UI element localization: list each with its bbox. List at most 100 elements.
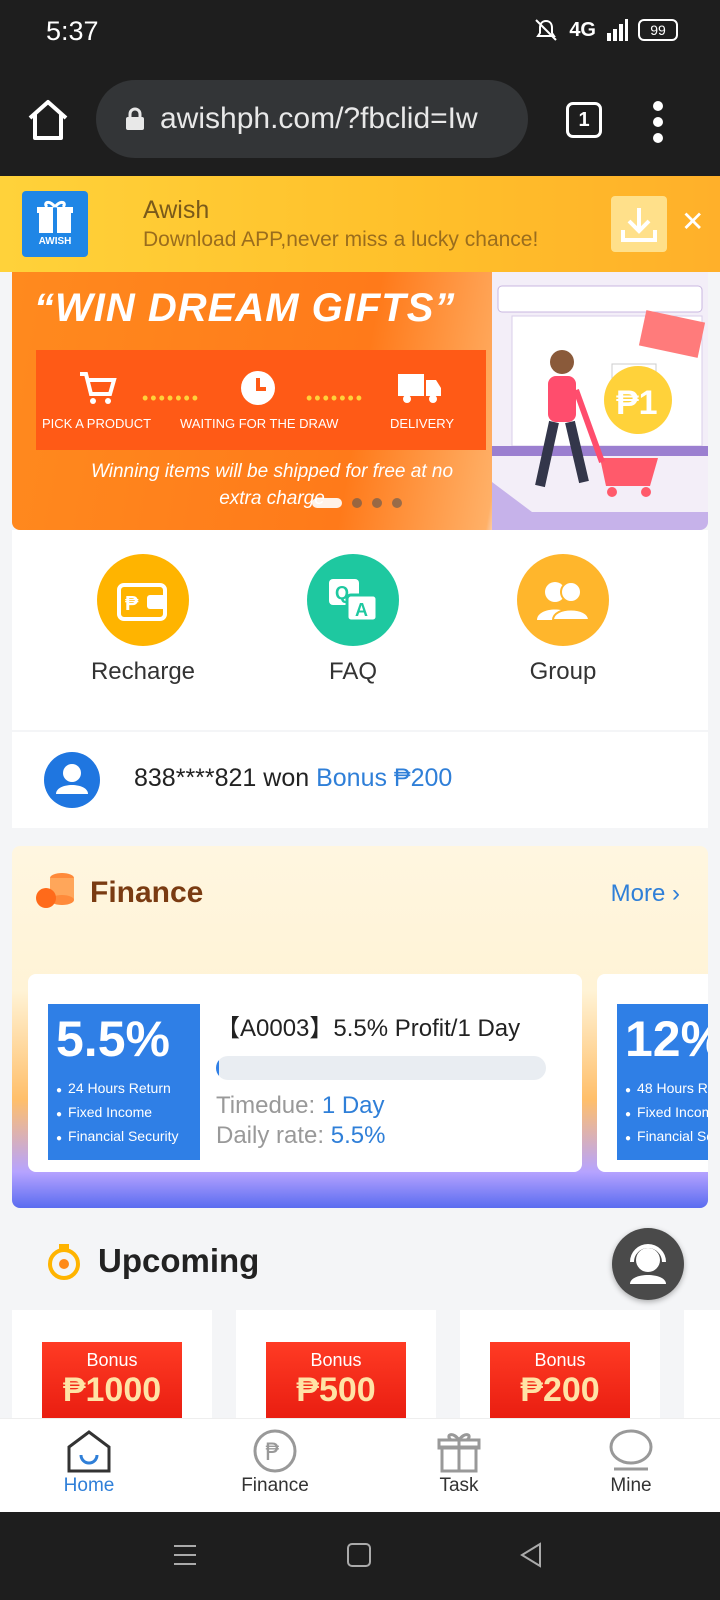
app-tagline: Download APP,never miss a lucky chance! bbox=[143, 228, 539, 251]
svg-text:₱: ₱ bbox=[125, 593, 139, 615]
url-text: awishph.com/?fbclid=Iw bbox=[160, 102, 478, 135]
step-dots: ••••••• bbox=[306, 388, 365, 408]
winner-ticker: 838****821 won Bonus ₱200 bbox=[12, 732, 708, 828]
nav-finance[interactable]: ₱ Finance bbox=[220, 1429, 330, 1497]
truck-icon bbox=[398, 374, 441, 403]
daily-rate-value: 5.5% bbox=[330, 1122, 386, 1149]
network-label: 4G bbox=[569, 18, 596, 41]
nav-mine[interactable]: Mine bbox=[576, 1429, 686, 1497]
step-label-pick: PICK A PRODUCT bbox=[42, 416, 152, 431]
product-card[interactable]: 12% 48 Hours Retu Fixed Income Financial… bbox=[597, 974, 708, 1172]
bonus-ticket: Bonus ₱1000 bbox=[42, 1342, 182, 1422]
bottom-nav: Home ₱ Finance Task Mine bbox=[0, 1418, 720, 1512]
status-icons: 4G 99 bbox=[533, 18, 678, 42]
winner-prize: Bonus ₱200 bbox=[316, 764, 453, 792]
user-icon bbox=[609, 1429, 653, 1471]
timedue-value: 1 Day bbox=[321, 1092, 385, 1119]
headset-icon bbox=[630, 1244, 666, 1284]
bonus-label: Bonus bbox=[86, 1350, 138, 1370]
group-icon bbox=[517, 554, 609, 646]
more-label: More bbox=[610, 880, 666, 907]
bonus-label: Bonus bbox=[534, 1350, 586, 1370]
nav-task[interactable]: Task bbox=[404, 1429, 514, 1497]
bonus-amount: ₱1000 bbox=[62, 1371, 162, 1409]
bonus-card[interactable]: Bonus ₱500 bbox=[236, 1310, 436, 1422]
gift-icon bbox=[437, 1433, 481, 1473]
pager-dot[interactable] bbox=[352, 498, 362, 508]
signal-icon bbox=[607, 19, 628, 41]
upcoming-title: Upcoming bbox=[98, 1242, 260, 1279]
recents-icon[interactable] bbox=[172, 1542, 198, 1568]
pager-dot[interactable] bbox=[372, 498, 382, 508]
finance-section: Finance More › 5.5% 24 Hours Return Fixe… bbox=[12, 846, 708, 1208]
recharge-button[interactable]: ₱ Recharge bbox=[78, 554, 208, 686]
hero-note: Winning items will be shipped for free a… bbox=[90, 461, 454, 509]
app-logo: AWISH bbox=[22, 191, 88, 257]
pager-dot[interactable] bbox=[312, 498, 342, 508]
back-icon[interactable] bbox=[518, 1542, 544, 1568]
winner-text: 838****821 won Bonus ₱200 bbox=[134, 764, 452, 793]
url-bar[interactable]: awishph.com/?fbclid=Iw bbox=[96, 80, 528, 158]
svg-text:A: A bbox=[355, 600, 368, 620]
pager-dot[interactable] bbox=[392, 498, 402, 508]
app-logo-text: AWISH bbox=[38, 236, 72, 247]
lock-icon bbox=[126, 107, 144, 130]
nav-home[interactable]: Home bbox=[34, 1429, 144, 1497]
page: 5:37 4G 99 awishph.com/?fbclid=Iw 1 AWIS… bbox=[0, 0, 720, 1600]
daily-rate-row: Daily rate: 5.5% bbox=[216, 1122, 385, 1150]
home-button[interactable] bbox=[26, 98, 70, 142]
system-nav-bar bbox=[0, 1512, 720, 1600]
tabs-button[interactable]: 1 bbox=[566, 102, 602, 138]
qa-icon: QA bbox=[307, 554, 399, 646]
coins-icon bbox=[36, 873, 74, 908]
badge-feature: Financial Security bbox=[56, 1128, 179, 1144]
rate-badge-value: 5.5% bbox=[56, 1011, 170, 1067]
mute-icon bbox=[535, 19, 558, 41]
stopwatch-icon bbox=[48, 1244, 80, 1280]
rate-badge: 12% 48 Hours Retu Fixed Income Financial… bbox=[617, 1004, 708, 1160]
rate-badge-value: 12% bbox=[625, 1011, 708, 1067]
home-system-icon[interactable] bbox=[346, 1542, 372, 1568]
group-button[interactable]: Group bbox=[498, 554, 628, 686]
battery-icon: 99 bbox=[638, 19, 678, 41]
peso-icon: ₱ bbox=[253, 1429, 297, 1473]
gift-logo-icon bbox=[37, 200, 73, 233]
group-label: Group bbox=[529, 658, 597, 685]
finance-more-link[interactable]: More › bbox=[611, 880, 680, 908]
bonus-card[interactable]: Bonus ₱1000 bbox=[12, 1310, 212, 1422]
faq-button[interactable]: QA FAQ bbox=[288, 554, 418, 686]
hero-steps: ••••••• ••••••• PICK A PRODUCT WAITING F… bbox=[36, 350, 486, 450]
progress-fill bbox=[216, 1056, 220, 1080]
timedue-label: Timedue: bbox=[216, 1092, 316, 1119]
status-time: 5:37 bbox=[46, 16, 99, 46]
hero-illustration: ₱1 bbox=[492, 272, 708, 530]
customer-support-button[interactable] bbox=[612, 1228, 684, 1300]
svg-text:Q: Q bbox=[335, 583, 349, 603]
progress-bar bbox=[216, 1056, 546, 1080]
finance-title: Finance bbox=[90, 876, 204, 909]
timedue-row: Timedue: 1 Day bbox=[216, 1092, 385, 1120]
badge-feature: 24 Hours Return bbox=[56, 1080, 171, 1096]
faq-label: FAQ bbox=[328, 658, 377, 685]
hero-carousel[interactable]: “WIN DREAM GIFTS” ••••••• ••••••• PICK A… bbox=[12, 272, 708, 530]
step-dots: ••••••• bbox=[142, 388, 201, 408]
carousel-pager[interactable] bbox=[312, 498, 402, 508]
bonus-amount: ₱500 bbox=[296, 1371, 376, 1409]
more-vert-icon[interactable] bbox=[652, 100, 664, 144]
nav-task-label: Task bbox=[439, 1475, 479, 1496]
download-icon bbox=[621, 208, 657, 242]
step-label-wait: WAITING FOR THE DRAW bbox=[180, 416, 339, 431]
nav-finance-label: Finance bbox=[241, 1475, 309, 1496]
bonus-label: Bonus bbox=[310, 1350, 362, 1370]
close-banner-icon[interactable]: ✕ bbox=[681, 208, 704, 236]
nav-home-label: Home bbox=[63, 1475, 115, 1496]
app-download-banner[interactable]: AWISH Awish Download APP,never miss a lu… bbox=[0, 176, 720, 272]
bonus-amount: ₱200 bbox=[520, 1371, 600, 1409]
svg-text:₱: ₱ bbox=[265, 1438, 280, 1466]
bonus-card[interactable] bbox=[684, 1310, 720, 1420]
product-card[interactable]: 5.5% 24 Hours Return Fixed Income Financ… bbox=[28, 974, 582, 1172]
step-label-delivery: DELIVERY bbox=[390, 416, 455, 431]
chevron-right-icon: › bbox=[672, 880, 680, 907]
bonus-card[interactable]: Bonus ₱200 bbox=[460, 1310, 660, 1422]
download-button[interactable] bbox=[611, 196, 667, 252]
